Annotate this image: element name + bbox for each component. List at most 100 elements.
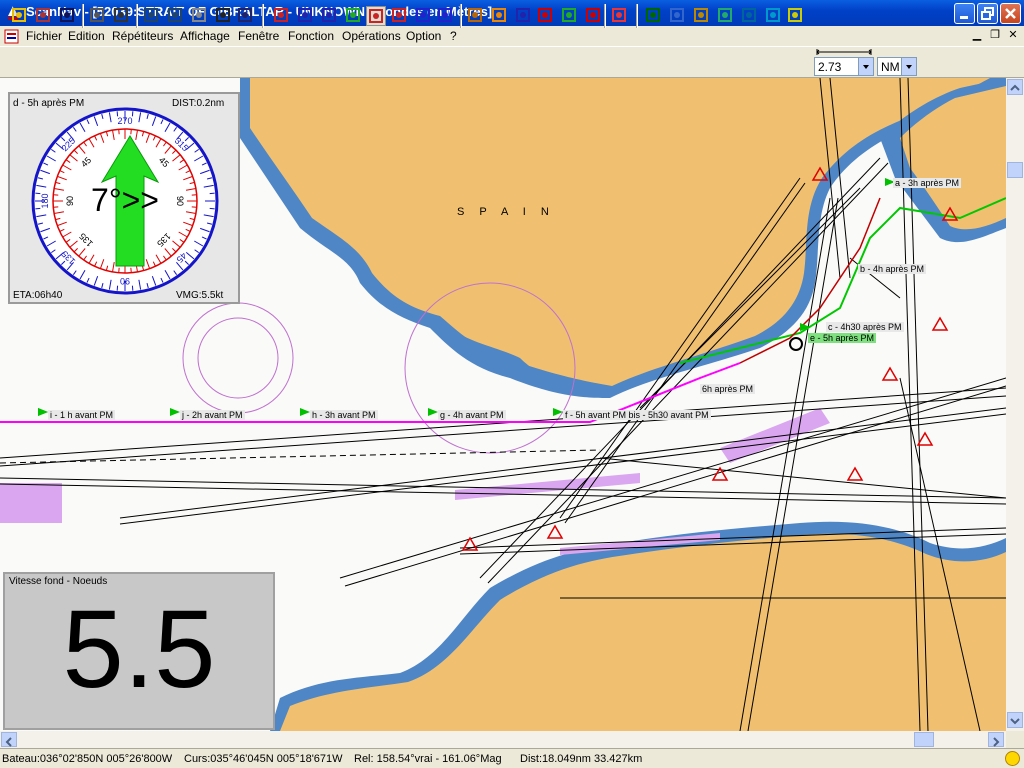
track-button[interactable] bbox=[366, 6, 386, 26]
mdi-minimize-icon[interactable]: ▁ bbox=[970, 29, 984, 42]
waypoint-label-h[interactable]: h - 3h avant PM bbox=[310, 410, 378, 420]
eta-readout: ETA:06h40 bbox=[13, 290, 63, 301]
help-pointer-button[interactable] bbox=[112, 6, 132, 26]
chevron-right-icon bbox=[993, 737, 1000, 747]
mdi-restore-icon[interactable]: ❐ bbox=[988, 29, 1002, 42]
print-preview-icon bbox=[36, 8, 50, 22]
waypoint-label-b[interactable]: b - 4h après PM bbox=[858, 264, 927, 274]
menu-repetiteurs[interactable]: Répétiteurs bbox=[112, 29, 173, 43]
route-icon bbox=[322, 8, 336, 22]
waypoint-label-j[interactable]: j - 2h avant PM bbox=[180, 410, 245, 420]
route-button[interactable] bbox=[320, 6, 340, 26]
layers-button[interactable] bbox=[668, 6, 688, 26]
menu-affichage[interactable]: Affichage bbox=[180, 29, 230, 43]
crosshair-icon bbox=[718, 8, 732, 22]
menu-fenetre[interactable]: Fenêtre bbox=[238, 29, 279, 43]
menu-operations[interactable]: Opérations bbox=[342, 29, 401, 43]
vertical-scrollbar[interactable] bbox=[1006, 78, 1024, 731]
nmea-button[interactable] bbox=[490, 6, 510, 26]
center-cross-button[interactable] bbox=[296, 6, 316, 26]
cursor-position-status: Curs:035°46'045N 005°18'671W bbox=[184, 753, 343, 765]
print-button[interactable] bbox=[88, 6, 108, 26]
help-button[interactable] bbox=[786, 6, 806, 26]
grid-button[interactable] bbox=[692, 6, 712, 26]
scroll-down-button[interactable] bbox=[1007, 712, 1023, 728]
menu-fonction[interactable]: Fonction bbox=[288, 29, 334, 43]
scroll-right-button[interactable] bbox=[988, 732, 1004, 747]
chevron-down-icon bbox=[1010, 718, 1020, 725]
text-icon bbox=[416, 8, 430, 22]
compass-inner-label: 90 bbox=[65, 196, 75, 206]
waypoint-label-6h[interactable]: 6h après PM bbox=[700, 384, 756, 394]
horizontal-scrollbar[interactable] bbox=[0, 731, 1006, 748]
zoom-in-button[interactable] bbox=[142, 6, 162, 26]
menu-fichier[interactable]: Fichier bbox=[26, 29, 62, 43]
open-chart-icon bbox=[12, 8, 26, 22]
heading-up-button[interactable] bbox=[536, 6, 556, 26]
scale-dropdown-arrow-icon[interactable] bbox=[858, 58, 873, 75]
chevron-left-icon bbox=[5, 737, 12, 747]
vertical-scroll-thumb[interactable] bbox=[1007, 162, 1023, 178]
menu-edition[interactable]: Edition bbox=[68, 29, 105, 43]
scroll-left-button[interactable] bbox=[1, 732, 17, 747]
waypoint-label-i[interactable]: i - 1 h avant PM bbox=[48, 410, 116, 420]
compass-panel[interactable]: d - 5h après PM DIST:0.2nm 270 225 180 135 9… bbox=[8, 92, 240, 304]
north-up-icon bbox=[516, 8, 530, 22]
menu-option[interactable]: Option bbox=[406, 29, 441, 43]
boat-button[interactable] bbox=[272, 6, 292, 26]
scroll-up-button[interactable] bbox=[1007, 79, 1023, 95]
save-button[interactable] bbox=[58, 6, 78, 26]
mdi-close-icon[interactable]: ✕ bbox=[1006, 29, 1020, 42]
print-preview-button[interactable] bbox=[34, 6, 54, 26]
select-rect-button[interactable] bbox=[214, 6, 234, 26]
status-smiley-icon[interactable] bbox=[1005, 751, 1020, 766]
document-icon[interactable] bbox=[4, 28, 20, 44]
arrow-button[interactable] bbox=[764, 6, 784, 26]
restore-icon bbox=[981, 7, 994, 20]
minimize-icon bbox=[960, 16, 968, 19]
heading-up-icon bbox=[538, 8, 552, 22]
info-icon bbox=[646, 8, 660, 22]
arrow-icon bbox=[766, 8, 780, 22]
zoom-rect-button[interactable] bbox=[236, 6, 256, 26]
waypoint-label-f[interactable]: f - 5h avant PM bis - 5h30 avant PM bbox=[563, 410, 711, 420]
waypoint-label-a[interactable]: a - 3h après PM bbox=[893, 178, 962, 188]
waypoint-label-e[interactable]: e - 5h après PM bbox=[808, 333, 877, 343]
waypoint-label-c[interactable]: c - 4h30 après PM bbox=[826, 322, 904, 332]
menu-help[interactable]: ? bbox=[450, 29, 457, 43]
print-icon bbox=[90, 8, 104, 22]
toolbar-separator bbox=[262, 4, 264, 28]
tide-button[interactable] bbox=[390, 6, 410, 26]
compass-ring-label: 270 bbox=[117, 116, 132, 126]
unit-dropdown-arrow-icon[interactable] bbox=[901, 58, 916, 75]
grid-icon bbox=[694, 8, 708, 22]
scale-select[interactable]: 2.73 bbox=[814, 57, 874, 76]
pan-hand-icon bbox=[192, 8, 206, 22]
auto-pilot-button[interactable] bbox=[560, 6, 580, 26]
menu-bar: Fichier Edition Répétiteurs Affichage Fe… bbox=[0, 26, 1024, 46]
mob-button[interactable] bbox=[584, 6, 604, 26]
crosshair-button[interactable] bbox=[716, 6, 736, 26]
weather-icon bbox=[742, 8, 756, 22]
north-up-button[interactable] bbox=[514, 6, 534, 26]
lifebuoy-button[interactable] bbox=[610, 6, 630, 26]
compass-inner-label: 90 bbox=[175, 196, 185, 206]
minimize-button[interactable] bbox=[954, 3, 975, 24]
zoom-out-button[interactable] bbox=[166, 6, 186, 26]
text-button[interactable] bbox=[414, 6, 434, 26]
pan-hand-button[interactable] bbox=[190, 6, 210, 26]
waypoint-label-g[interactable]: g - 4h avant PM bbox=[438, 410, 506, 420]
horizontal-scroll-thumb[interactable] bbox=[914, 732, 934, 747]
info-button[interactable] bbox=[644, 6, 664, 26]
waypoint-button[interactable] bbox=[344, 6, 364, 26]
toolbar-separator bbox=[82, 4, 84, 28]
unit-select[interactable]: NM bbox=[877, 57, 917, 76]
restore-button[interactable] bbox=[977, 3, 998, 24]
weather-button[interactable] bbox=[740, 6, 760, 26]
open-chart-button[interactable] bbox=[10, 6, 30, 26]
overlay-button[interactable] bbox=[436, 6, 456, 26]
close-button[interactable] bbox=[1000, 3, 1021, 24]
zoom-in-icon bbox=[144, 8, 158, 22]
speed-panel[interactable]: Vitesse fond - Noeuds 5.5 bbox=[3, 572, 275, 730]
instruments-button[interactable] bbox=[466, 6, 486, 26]
